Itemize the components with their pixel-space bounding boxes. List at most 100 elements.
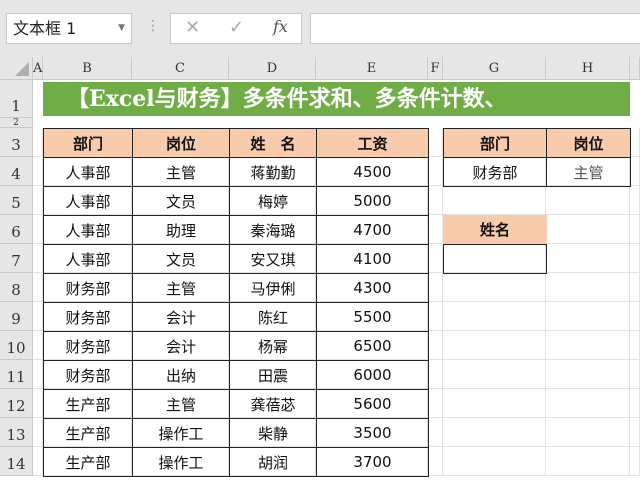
grid-cell[interactable] — [443, 418, 546, 447]
grid-cell[interactable] — [33, 273, 43, 302]
grid-cell[interactable] — [443, 331, 546, 360]
chevron-down-icon[interactable]: ▼ — [118, 14, 125, 43]
table-cell[interactable]: 4300 — [316, 273, 429, 303]
grid-cell[interactable] — [630, 418, 640, 447]
table-cell[interactable]: 龚蓓苾 — [229, 389, 317, 419]
table-cell[interactable]: 田震 — [229, 360, 317, 390]
result-header[interactable]: 姓名 — [443, 215, 547, 245]
table-cell[interactable]: 5000 — [316, 186, 429, 216]
row-header-3[interactable]: 3 — [0, 128, 33, 157]
table-cell[interactable]: 4700 — [316, 215, 429, 245]
criteria-value[interactable]: 主管 — [546, 157, 631, 187]
enter-icon[interactable]: ✓ — [229, 17, 244, 38]
table-cell[interactable]: 财务部 — [43, 273, 133, 303]
column-header-F[interactable]: F — [428, 57, 443, 80]
grid-cell[interactable] — [33, 302, 43, 331]
grid-cell[interactable] — [428, 186, 443, 215]
column-header-C[interactable]: C — [132, 57, 229, 80]
table-cell[interactable]: 胡润 — [229, 447, 317, 477]
grid-cell[interactable] — [428, 244, 443, 273]
row-header-6[interactable]: 6 — [0, 215, 33, 244]
row-header-14[interactable]: 14 — [0, 447, 33, 476]
grid-cell[interactable] — [428, 302, 443, 331]
grid-cell[interactable] — [33, 331, 43, 360]
grid-cell[interactable] — [428, 447, 443, 476]
table-header[interactable]: 岗位 — [132, 128, 230, 158]
row-header-12[interactable]: 12 — [0, 389, 33, 418]
row-header-8[interactable]: 8 — [0, 273, 33, 302]
grid-cell[interactable] — [546, 302, 630, 331]
table-cell[interactable]: 生产部 — [43, 389, 133, 419]
table-cell[interactable]: 人事部 — [43, 157, 133, 187]
criteria-header[interactable]: 岗位 — [546, 128, 631, 158]
grid-cell[interactable] — [428, 389, 443, 418]
grid-cell[interactable] — [630, 360, 640, 389]
grid-cell[interactable] — [546, 331, 630, 360]
grid-cell[interactable] — [443, 360, 546, 389]
grid-cell[interactable] — [33, 186, 43, 215]
table-cell[interactable]: 梅婷 — [229, 186, 317, 216]
table-cell[interactable]: 5600 — [316, 389, 429, 419]
row-header-5[interactable]: 5 — [0, 186, 33, 215]
row-header-10[interactable]: 10 — [0, 331, 33, 360]
grid-cell[interactable] — [33, 157, 43, 186]
table-cell[interactable]: 3500 — [316, 418, 429, 448]
table-cell[interactable]: 生产部 — [43, 418, 133, 448]
table-cell[interactable]: 财务部 — [43, 360, 133, 390]
column-header-A[interactable]: A — [33, 57, 43, 80]
formula-input[interactable] — [310, 13, 640, 44]
grid-cell[interactable] — [546, 360, 630, 389]
table-cell[interactable]: 蒋勤勤 — [229, 157, 317, 187]
grid-cell[interactable] — [546, 186, 630, 215]
grid-cell[interactable] — [33, 389, 43, 418]
criteria-value[interactable]: 财务部 — [443, 157, 547, 187]
table-cell[interactable]: 主管 — [132, 157, 230, 187]
grid-cell[interactable] — [428, 128, 443, 157]
grid-cell[interactable] — [630, 273, 640, 302]
grid-cell[interactable] — [33, 447, 43, 476]
table-cell[interactable]: 安又琪 — [229, 244, 317, 274]
table-cell[interactable]: 柴静 — [229, 418, 317, 448]
table-cell[interactable]: 4500 — [316, 157, 429, 187]
grid-cell[interactable] — [546, 418, 630, 447]
table-cell[interactable]: 会计 — [132, 331, 230, 361]
grid-cell[interactable] — [630, 128, 640, 157]
grid-cell[interactable] — [630, 186, 640, 215]
name-box[interactable]: 文本框 1 ▼ — [6, 13, 132, 44]
column-header-D[interactable]: D — [229, 57, 316, 80]
row-header-7[interactable]: 7 — [0, 244, 33, 273]
row-header-9[interactable]: 9 — [0, 302, 33, 331]
grid-cell[interactable] — [33, 215, 43, 244]
column-header-I[interactable] — [630, 57, 640, 80]
table-cell[interactable]: 人事部 — [43, 244, 133, 274]
grid-cell[interactable] — [428, 273, 443, 302]
table-header[interactable]: 工资 — [316, 128, 429, 158]
table-cell[interactable]: 5500 — [316, 302, 429, 332]
table-header[interactable]: 姓 名 — [229, 128, 317, 158]
table-cell[interactable]: 主管 — [132, 389, 230, 419]
grid-cell[interactable] — [630, 331, 640, 360]
grid-cell[interactable] — [33, 360, 43, 389]
grid-cell[interactable] — [546, 389, 630, 418]
select-all-button[interactable] — [0, 57, 33, 80]
column-header-B[interactable]: B — [43, 57, 132, 80]
criteria-header[interactable]: 部门 — [443, 128, 547, 158]
grid-cell[interactable] — [630, 447, 640, 476]
grid-cell[interactable] — [428, 157, 443, 186]
grid-cell[interactable] — [546, 244, 630, 273]
grid-cell[interactable] — [443, 447, 546, 476]
grid-cell[interactable] — [443, 389, 546, 418]
column-header-H[interactable]: H — [546, 57, 630, 80]
grid-cell[interactable] — [630, 215, 640, 244]
table-cell[interactable]: 主管 — [132, 273, 230, 303]
grid-cell[interactable] — [630, 302, 640, 331]
grid-cell[interactable] — [33, 128, 43, 157]
table-cell[interactable]: 文员 — [132, 186, 230, 216]
table-cell[interactable]: 人事部 — [43, 186, 133, 216]
table-cell[interactable]: 马伊俐 — [229, 273, 317, 303]
grid-cell[interactable] — [443, 302, 546, 331]
grid-cell[interactable] — [546, 447, 630, 476]
grid-cell[interactable] — [428, 418, 443, 447]
table-cell[interactable]: 6000 — [316, 360, 429, 390]
grid-cell[interactable] — [546, 215, 630, 244]
